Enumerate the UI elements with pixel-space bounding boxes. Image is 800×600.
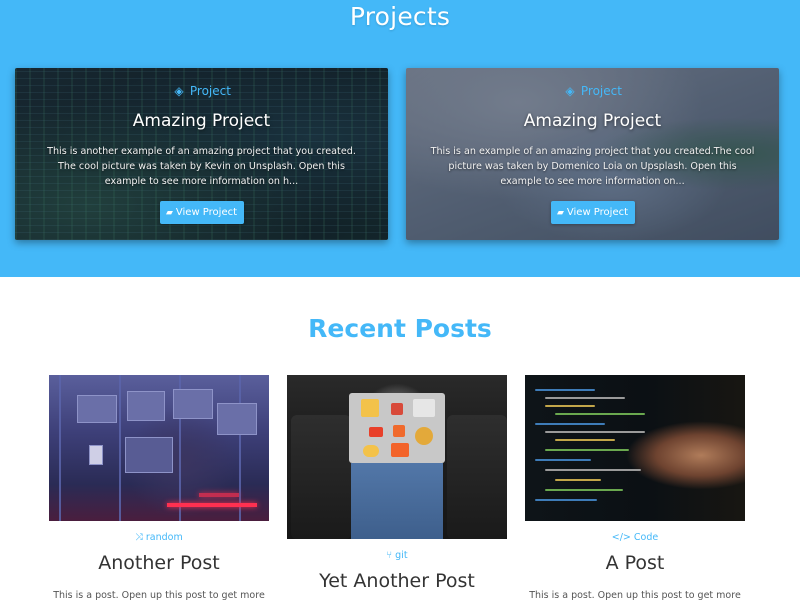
- post-tag[interactable]: ⤨ random: [49, 532, 269, 543]
- post-title[interactable]: Another Post: [49, 552, 269, 574]
- post-tag[interactable]: ⑂ git: [287, 550, 507, 561]
- post-tag-label: Code: [633, 532, 659, 543]
- post-image[interactable]: [287, 375, 507, 539]
- folder-open-icon: ▰: [165, 208, 173, 218]
- code-icon: </>: [611, 532, 631, 543]
- diamond-icon: ◈: [174, 84, 184, 98]
- project-title: Amazing Project: [132, 111, 271, 131]
- projects-section: Projects ◈ Project Amazing Project This …: [0, 0, 800, 277]
- post-tag-label: git: [395, 550, 408, 561]
- project-tag-label: Project: [580, 84, 622, 98]
- view-project-button[interactable]: ▰ View Project: [159, 201, 244, 224]
- random-icon: ⤨: [135, 532, 143, 543]
- project-tag: ◈ Project: [15, 84, 388, 98]
- project-card[interactable]: ◈ Project Amazing Project This is anothe…: [15, 68, 388, 240]
- post-title[interactable]: A Post: [525, 552, 745, 574]
- view-project-label: View Project: [566, 207, 629, 218]
- post-tag[interactable]: </> Code: [525, 532, 745, 543]
- project-card[interactable]: ◈ Project Amazing Project This is an exa…: [406, 68, 779, 240]
- post-card[interactable]: </> Code A Post This is a post. Open up …: [525, 375, 745, 600]
- post-card[interactable]: ⑂ git Yet Another Post: [287, 375, 507, 592]
- view-project-button[interactable]: ▰ View Project: [550, 201, 635, 224]
- post-image[interactable]: [525, 375, 745, 521]
- post-excerpt: This is a post. Open up this post to get…: [529, 590, 741, 600]
- post-image[interactable]: [49, 375, 269, 521]
- post-tag-label: random: [145, 532, 183, 543]
- project-tag: ◈ Project: [406, 84, 779, 98]
- projects-heading: Projects: [349, 2, 451, 31]
- project-title: Amazing Project: [523, 111, 662, 131]
- post-card[interactable]: ⤨ random Another Post This is a post. Op…: [49, 375, 269, 600]
- project-tag-label: Project: [189, 84, 231, 98]
- project-description: This is another example of an amazing pr…: [47, 146, 356, 187]
- post-title[interactable]: Yet Another Post: [287, 570, 507, 592]
- git-icon: ⑂: [386, 550, 393, 561]
- view-project-label: View Project: [175, 207, 238, 218]
- recent-posts-heading: Recent Posts: [308, 314, 492, 343]
- post-excerpt: This is a post. Open up this post to get…: [53, 590, 265, 600]
- diamond-icon: ◈: [565, 84, 575, 98]
- folder-open-icon: ▰: [556, 208, 564, 218]
- project-description: This is an example of an amazing project…: [430, 146, 755, 187]
